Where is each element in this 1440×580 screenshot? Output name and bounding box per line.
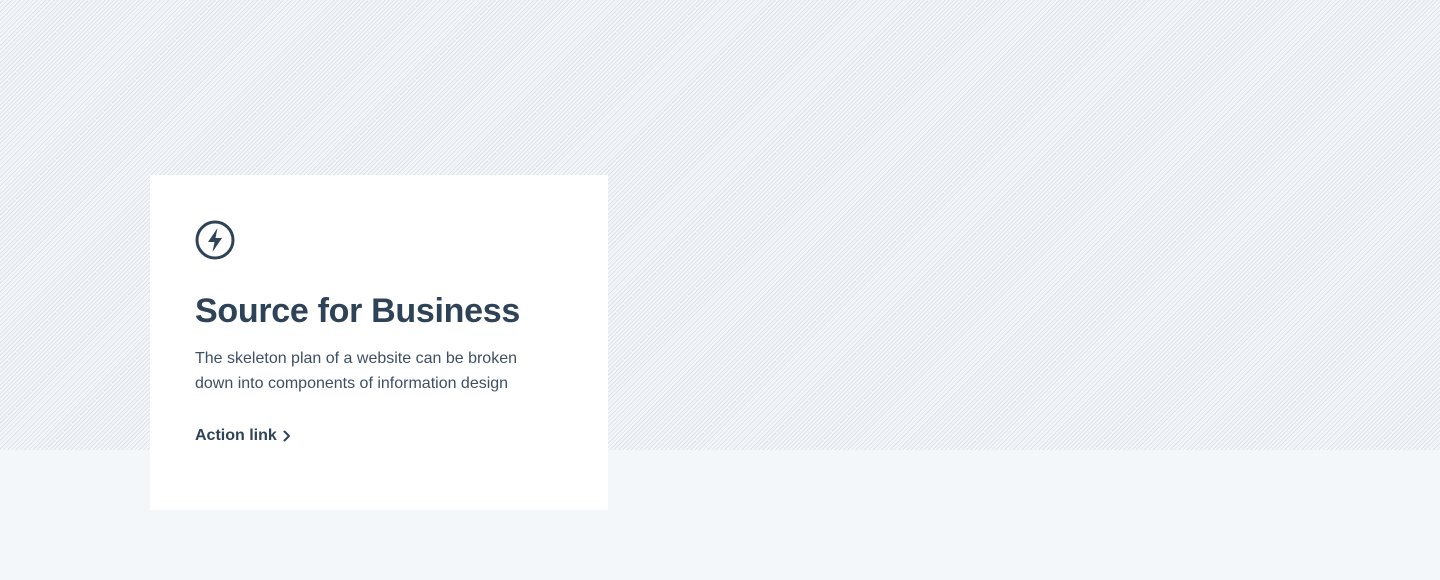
chevron-right-icon	[283, 430, 291, 442]
action-link-label: Action link	[195, 427, 277, 444]
card-description: The skeleton plan of a website can be br…	[195, 350, 517, 392]
feature-card: Source for Business The skeleton plan of…	[150, 175, 608, 510]
action-link[interactable]: Action link	[195, 426, 291, 446]
card-title: Source for Business	[195, 292, 520, 330]
lightning-bolt-icon	[195, 220, 235, 260]
